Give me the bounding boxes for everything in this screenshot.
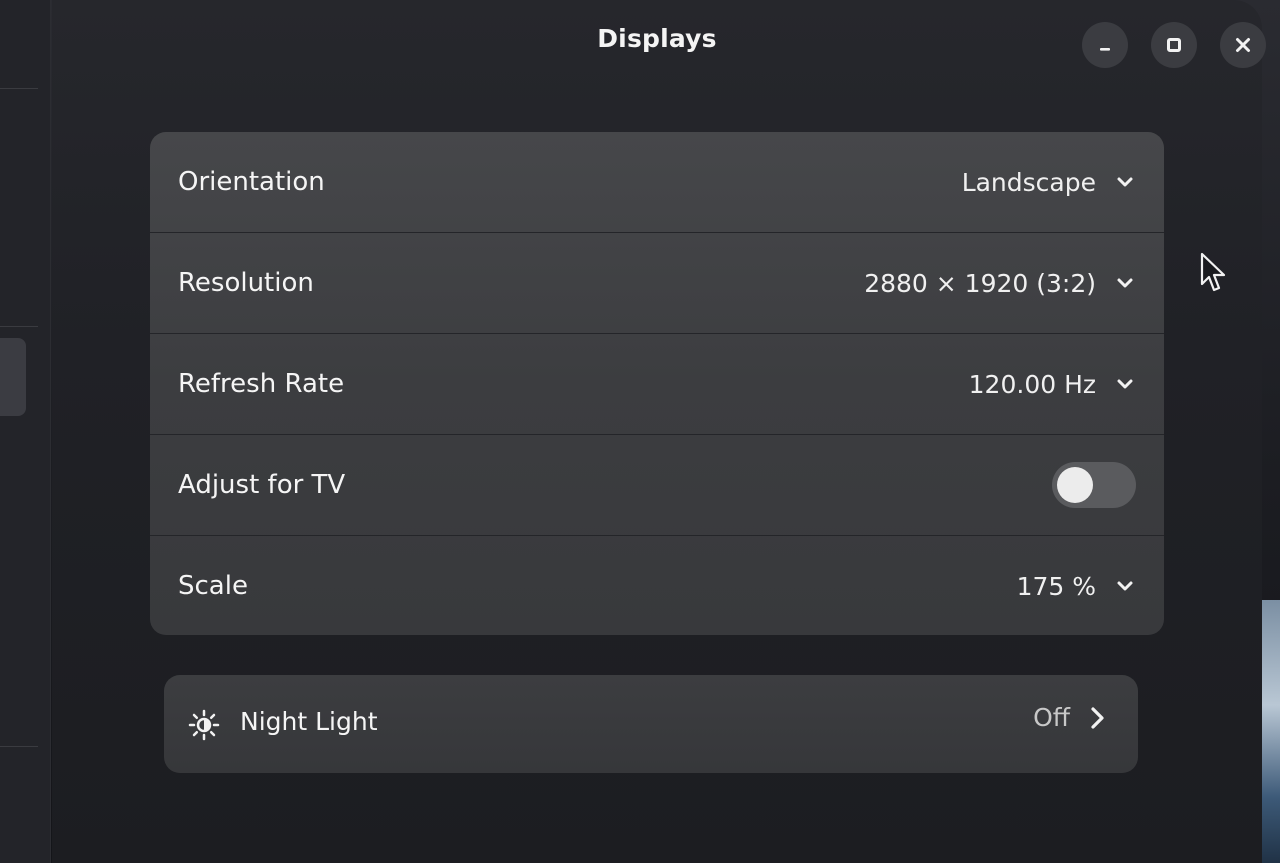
scale-value: 175 % (1016, 571, 1096, 601)
minimize-icon (1100, 48, 1110, 51)
chevron-right-icon (1091, 706, 1104, 729)
night-light-value: Off (1033, 703, 1070, 732)
orientation-dropdown[interactable]: Landscape (962, 168, 1136, 197)
close-icon (1236, 38, 1250, 52)
settings-sidebar (0, 0, 51, 863)
resolution-label: Resolution (178, 268, 314, 298)
mouse-cursor-icon (1200, 252, 1226, 292)
scale-dropdown[interactable]: 175 % (1017, 572, 1136, 601)
adjust-for-tv-control (1052, 462, 1136, 508)
maximize-icon (1167, 38, 1181, 52)
refresh-rate-value: 120.00 Hz (968, 369, 1096, 399)
close-button[interactable] (1220, 22, 1266, 68)
refresh-rate-label: Refresh Rate (178, 369, 345, 399)
sidebar-divider (0, 88, 38, 89)
sidebar-divider (0, 746, 38, 747)
night-light-status: Off (1033, 703, 1108, 732)
displays-window: Displays Orientation Landscape Resolutio… (52, 0, 1266, 863)
sidebar-item-displays[interactable] (0, 338, 26, 416)
adjust-for-tv-row: Adjust for TV (150, 435, 1164, 536)
scale-row[interactable]: Scale 175 % (150, 536, 1164, 635)
minimize-button[interactable] (1082, 22, 1128, 68)
orientation-label: Orientation (178, 167, 325, 197)
night-light-row[interactable]: Night Light Off (164, 675, 1138, 773)
night-light-icon (188, 709, 220, 741)
sidebar-divider (0, 326, 38, 327)
resolution-dropdown[interactable]: 2880 × 1920 (3:2) (864, 269, 1136, 298)
scale-label: Scale (178, 571, 248, 601)
resolution-value: 2880 × 1920 (3:2) (864, 268, 1096, 298)
chevron-down-icon (1117, 379, 1133, 389)
orientation-value: Landscape (961, 167, 1096, 197)
resolution-row[interactable]: Resolution 2880 × 1920 (3:2) (150, 233, 1164, 334)
refresh-rate-dropdown[interactable]: 120.00 Hz (969, 370, 1136, 399)
display-settings-card: Orientation Landscape Resolution 2880 × … (150, 132, 1164, 635)
chevron-down-icon (1117, 581, 1133, 591)
toggle-knob (1057, 467, 1093, 503)
window-title: Displays (597, 24, 717, 53)
maximize-button[interactable] (1151, 22, 1197, 68)
refresh-rate-row[interactable]: Refresh Rate 120.00 Hz (150, 334, 1164, 435)
orientation-row[interactable]: Orientation Landscape (150, 132, 1164, 233)
chevron-down-icon (1117, 177, 1133, 187)
chevron-down-icon (1117, 278, 1133, 288)
night-light-label: Night Light (240, 707, 378, 736)
adjust-for-tv-label: Adjust for TV (178, 470, 346, 500)
adjust-for-tv-toggle[interactable] (1052, 462, 1136, 508)
